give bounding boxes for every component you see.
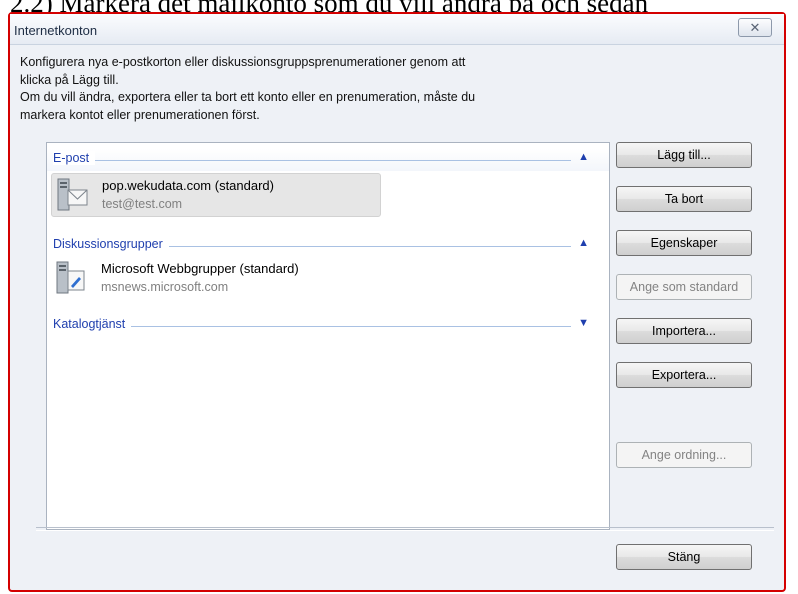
window-title: Internetkonton: [14, 23, 98, 38]
close-window-button[interactable]: ✕: [738, 18, 772, 37]
account-item-pop-wekudata[interactable]: pop.wekudata.com (standard) test@test.co…: [51, 173, 381, 217]
properties-button[interactable]: Egenskaper: [616, 230, 752, 256]
collapse-icon[interactable]: ▲: [578, 237, 589, 249]
title-bar: Internetkonton ✕: [10, 14, 784, 45]
group-header-newsgroups[interactable]: Diskussionsgrupper ▲: [47, 235, 609, 257]
instruction-line-1: Konfigurera nya e-postkorton eller disku…: [20, 55, 466, 69]
close-button[interactable]: Stäng: [616, 544, 752, 570]
account-name: Microsoft Webbgrupper (standard): [101, 261, 299, 276]
instruction-line-2: klicka på Lägg till.: [20, 72, 119, 87]
dialog-separator: [36, 527, 774, 531]
internet-accounts-dialog: Internetkonton ✕ Konfigurera nya e-postk…: [8, 12, 786, 592]
instruction-line-3: Om du vill ändra, exportera eller ta bor…: [20, 90, 476, 104]
add-button[interactable]: Lägg till...: [616, 142, 752, 168]
mail-server-icon: [57, 178, 88, 211]
account-detail: test@test.com: [102, 197, 183, 211]
account-item-msnews[interactable]: Microsoft Webbgrupper (standard) msnews.…: [51, 257, 381, 301]
group-label-newsgroups: Diskussionsgrupper: [53, 237, 169, 251]
group-divider: [55, 326, 571, 327]
instruction-text: Konfigurera nya e-postkorton eller disku…: [20, 54, 605, 124]
group-divider: [55, 160, 571, 161]
group-label-directory: Katalogtjänst: [53, 317, 132, 331]
account-detail: msnews.microsoft.com: [101, 280, 229, 294]
instruction-line-4: markera kontot eller prenumerationen för…: [20, 107, 260, 122]
close-icon: ✕: [749, 19, 761, 35]
group-header-email[interactable]: E-post ▲: [47, 149, 609, 171]
group-label-email: E-post: [53, 151, 96, 165]
import-button[interactable]: Importera...: [616, 318, 752, 344]
collapse-icon[interactable]: ▲: [578, 151, 589, 163]
set-order-button[interactable]: Ange ordning...: [616, 442, 752, 468]
export-button[interactable]: Exportera...: [616, 362, 752, 388]
accounts-list[interactable]: E-post ▲ pop.wekudata.com (standard) tes…: [46, 142, 610, 530]
group-header-directory[interactable]: Katalogtjänst ▼: [47, 315, 609, 337]
set-default-button[interactable]: Ange som standard: [616, 274, 752, 300]
remove-button[interactable]: Ta bort: [616, 186, 752, 212]
news-server-icon: [56, 261, 85, 294]
expand-icon[interactable]: ▼: [578, 317, 589, 329]
account-name: pop.wekudata.com (standard): [102, 178, 274, 193]
